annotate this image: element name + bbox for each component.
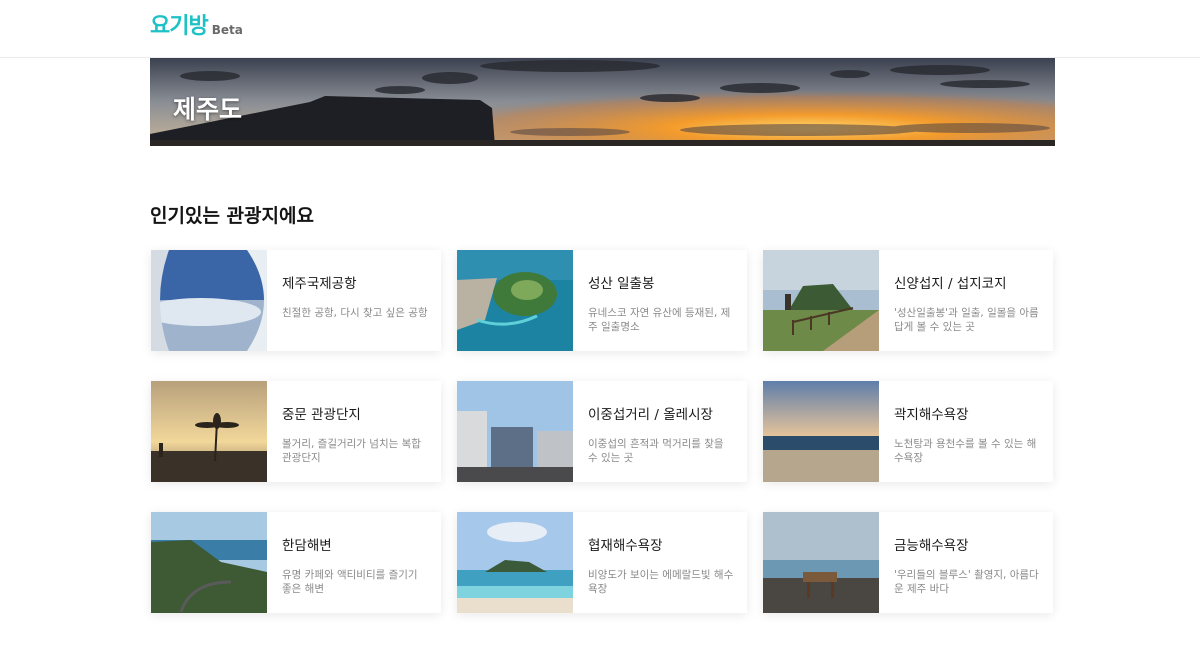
place-description: '우리들의 블루스' 촬영지, 아름다운 제주 바다 xyxy=(894,569,1039,595)
geumneung-beach-image xyxy=(763,512,879,613)
place-thumbnail xyxy=(457,512,573,613)
hero-sunset-image xyxy=(150,58,1055,146)
place-description: 노천탕과 용천수를 볼 수 있는 해수욕장 xyxy=(894,438,1037,464)
hyeopjae-beach-image xyxy=(457,512,573,613)
logo: 요기방 xyxy=(150,14,209,39)
place-thumbnail xyxy=(763,381,879,482)
place-thumbnail xyxy=(457,250,573,351)
place-card[interactable]: 제주국제공항 친절한 공항, 다시 찾고 싶은 공항 xyxy=(151,250,441,351)
olle-market-image xyxy=(457,381,573,482)
place-name: 성산 일출봉 xyxy=(588,276,655,292)
place-card[interactable]: 협재해수욕장 비양도가 보이는 에메랄드빛 해수욕장 xyxy=(457,512,747,613)
hero-banner: 제주도 xyxy=(150,58,1055,146)
section-title: 인기있는 관광지에요 xyxy=(150,205,314,227)
place-name: 곽지해수욕장 xyxy=(894,407,969,423)
seongsan-aerial-image xyxy=(457,250,573,351)
top-bar: 요기방 Beta xyxy=(0,0,1200,58)
place-description: 친절한 공항, 다시 찾고 싶은 공항 xyxy=(282,307,428,319)
place-card[interactable]: 중문 관광단지 볼거리, 즐길거리가 넘치는 복합관광단지 xyxy=(151,381,441,482)
gwakji-beach-image xyxy=(763,381,879,482)
place-description: '성산일출봉'과 일출, 일몰을 아름답게 볼 수 있는 곳 xyxy=(894,307,1039,333)
place-name: 한담해변 xyxy=(282,538,332,554)
airplane-window-image xyxy=(151,250,267,351)
place-card[interactable]: 한담해변 유명 카페와 액티비티를 즐기기 좋은 해변 xyxy=(151,512,441,613)
place-thumbnail xyxy=(763,250,879,351)
region-title: 제주도 xyxy=(173,95,243,124)
place-thumbnail xyxy=(151,250,267,351)
place-description: 이중섭의 흔적과 먹거리를 찾을 수 있는 곳 xyxy=(588,438,724,464)
logo-link[interactable]: 요기방 Beta xyxy=(150,14,243,40)
place-card[interactable]: 성산 일출봉 유네스코 자연 유산에 등재된, 제주 일출명소 xyxy=(457,250,747,351)
place-card[interactable]: 신양섭지 / 섭지코지 '성산일출봉'과 일출, 일몰을 아름답게 볼 수 있는… xyxy=(763,250,1053,351)
place-name: 중문 관광단지 xyxy=(282,407,361,423)
place-name: 협재해수욕장 xyxy=(588,538,663,554)
place-card[interactable]: 곽지해수욕장 노천탕과 용천수를 볼 수 있는 해수욕장 xyxy=(763,381,1053,482)
beta-badge: Beta xyxy=(211,23,243,37)
place-name: 이중섭거리 / 올레시장 xyxy=(588,407,713,423)
place-thumbnail xyxy=(151,512,267,613)
place-description: 비양도가 보이는 에메랄드빛 해수욕장 xyxy=(588,569,734,595)
place-name: 제주국제공항 xyxy=(282,276,357,292)
place-description: 유명 카페와 액티비티를 즐기기 좋은 해변 xyxy=(282,569,418,595)
place-thumbnail xyxy=(763,512,879,613)
place-description: 유네스코 자연 유산에 등재된, 제주 일출명소 xyxy=(588,307,731,333)
handam-coast-image xyxy=(151,512,267,613)
place-card[interactable]: 금능해수욕장 '우리들의 블루스' 촬영지, 아름다운 제주 바다 xyxy=(763,512,1053,613)
jungmun-sunset-image xyxy=(151,381,267,482)
place-description: 볼거리, 즐길거리가 넘치는 복합관광단지 xyxy=(282,438,421,464)
place-name: 신양섭지 / 섭지코지 xyxy=(894,276,1007,292)
place-thumbnail xyxy=(151,381,267,482)
place-name: 금능해수욕장 xyxy=(894,538,969,554)
place-thumbnail xyxy=(457,381,573,482)
seopjikoji-image xyxy=(763,250,879,351)
place-card[interactable]: 이중섭거리 / 올레시장 이중섭의 흔적과 먹거리를 찾을 수 있는 곳 xyxy=(457,381,747,482)
